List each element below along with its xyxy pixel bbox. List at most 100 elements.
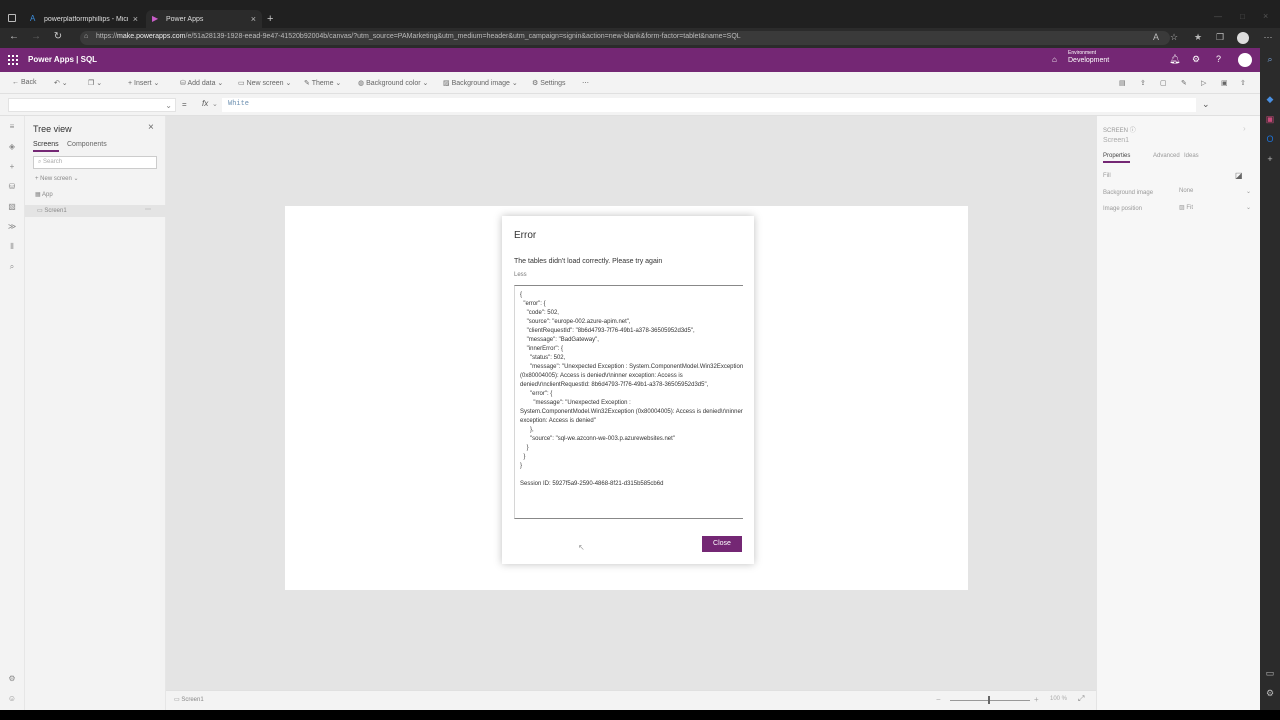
share-icon[interactable]: ⇪ [1140, 79, 1146, 87]
fx-icon[interactable]: fx [202, 99, 208, 108]
zoom-in-icon[interactable]: + [1034, 695, 1039, 704]
forward-nav-icon[interactable]: → [26, 31, 46, 42]
browser-sidebar: ⌕ ◆ ▣ O + ▭ ⚙ [1260, 48, 1280, 710]
undo-icon[interactable]: ↶ ⌄ [54, 79, 68, 87]
fit-to-window-icon[interactable]: ⤢ [1078, 694, 1084, 704]
media-icon[interactable]: ▧ [7, 202, 17, 212]
tab-screens[interactable]: Screens [33, 141, 59, 152]
read-aloud-icon[interactable]: A [1150, 32, 1162, 44]
expand-panel-icon[interactable]: › [1243, 124, 1246, 133]
zoom-level: 100 % [1050, 696, 1068, 702]
tab-components[interactable]: Components [67, 141, 107, 148]
briefcase-icon[interactable]: ▣ [1264, 114, 1276, 126]
environment-label: Environment [1068, 50, 1097, 56]
comments-icon[interactable]: ▢ [1160, 79, 1167, 87]
new-tab-icon[interactable]: + [267, 13, 273, 25]
settings-button[interactable]: ⚙ Settings [532, 79, 566, 87]
add-data-button[interactable]: ⛁ Add data ⌄ [180, 79, 223, 87]
background-color-button[interactable]: ◍ Background color ⌄ [358, 79, 428, 87]
tree-item-screen1[interactable]: ▭ Screen1 ⋯ [25, 205, 166, 217]
image-position-select[interactable]: ▨ Fit ⌄ [1179, 204, 1251, 214]
outlook-icon[interactable]: O [1264, 134, 1276, 146]
zoom-slider[interactable] [950, 700, 1030, 701]
close-button[interactable]: Close [702, 536, 742, 552]
settings-gear-icon[interactable]: ⚙ [1192, 54, 1200, 65]
tab-advanced[interactable]: Advanced [1153, 153, 1180, 159]
zoom-out-icon[interactable]: − [936, 695, 941, 704]
chevron-down-icon: ⌄ [165, 101, 172, 110]
more-options-icon[interactable]: ⋯ [145, 206, 151, 213]
minimize-icon[interactable]: — [1214, 12, 1222, 21]
data-icon[interactable]: ⛁ [7, 182, 17, 192]
insert-icon[interactable]: + [7, 162, 17, 172]
profile-avatar[interactable] [1237, 32, 1249, 44]
background-image-select[interactable]: None ⌄ [1179, 188, 1251, 198]
power-automate-icon[interactable]: ≫ [7, 222, 17, 232]
hamburger-icon[interactable]: ≡ [7, 122, 17, 132]
new-screen-button[interactable]: ▭ New screen ⌄ [238, 79, 291, 87]
favorites-icon[interactable]: ★ [1192, 32, 1204, 44]
publish-icon[interactable]: ⇧ [1240, 79, 1246, 87]
notes-icon[interactable]: ✎ [1181, 79, 1187, 87]
theme-button[interactable]: ✎ Theme ⌄ [304, 79, 341, 87]
close-tab-icon[interactable]: × [133, 14, 138, 24]
tag-icon[interactable]: ◆ [1264, 94, 1276, 106]
close-window-icon[interactable]: × [1263, 11, 1268, 21]
chevron-down-icon[interactable]: ⌄ [212, 100, 218, 108]
mouse-cursor: ↖ [578, 543, 585, 552]
tree-item-label: Screen1 [44, 208, 67, 214]
background-image-button[interactable]: ▨ Background image ⌄ [443, 79, 518, 87]
back-button[interactable]: ← Back [12, 79, 37, 86]
screen-breadcrumb[interactable]: ▭ Screen1 [174, 696, 204, 703]
save-icon[interactable]: ▣ [1221, 79, 1228, 87]
add-sidebar-icon[interactable]: + [1264, 154, 1276, 166]
more-commands-icon[interactable]: ⋯ [582, 79, 589, 87]
search-icon[interactable]: ⌕ [7, 262, 17, 272]
url-input[interactable]: ⌂ https://make.powerapps.com/e/51a28139-… [80, 31, 1170, 45]
zoom-slider-thumb[interactable] [988, 696, 990, 704]
browser-tab-powerapps[interactable]: ▶ Power Apps × [146, 10, 262, 28]
maximize-icon[interactable]: □ [1240, 12, 1245, 21]
insert-button[interactable]: + Insert ⌄ [128, 79, 159, 87]
play-icon[interactable]: ▷ [1201, 79, 1206, 87]
back-nav-icon[interactable]: ← [4, 31, 24, 42]
expand-formula-icon[interactable]: ⌄ [1202, 99, 1210, 110]
fill-color-swatch[interactable]: ◪ [1235, 171, 1243, 180]
collections-icon[interactable]: ❐ [1214, 32, 1226, 44]
less-link[interactable]: Less [514, 272, 527, 278]
tab-ideas[interactable]: Ideas [1184, 153, 1199, 159]
app-checker-icon[interactable]: ▤ [1119, 79, 1126, 87]
help-icon[interactable]: ? [1216, 54, 1221, 64]
tab-properties[interactable]: Properties [1103, 153, 1131, 163]
clipboard-icon[interactable]: ❐ ⌄ [88, 79, 102, 87]
environment-name: Development [1068, 57, 1110, 64]
address-bar-row: ← → ↻ ⌂ https://make.powerapps.com/e/51a… [0, 28, 1280, 48]
close-icon[interactable]: × [148, 122, 154, 133]
close-tab-icon[interactable]: × [251, 14, 256, 24]
formula-input[interactable]: White [222, 98, 1196, 112]
sidebar-panel-icon[interactable]: ▭ [1264, 668, 1276, 680]
app-icon: ▦ [35, 192, 43, 198]
notifications-icon[interactable]: 🔔︎ [1169, 54, 1180, 65]
error-dialog: Error The tables didn't load correctly. … [502, 216, 754, 564]
new-screen-button[interactable]: + New screen ⌄ [35, 175, 79, 182]
tab-actions-icon[interactable] [8, 14, 16, 22]
browser-tab-azure[interactable]: A powerplatformphillips - Microsoft... × [24, 10, 144, 28]
more-icon[interactable]: ⋯ [1262, 32, 1274, 44]
browser-tab-bar: A powerplatformphillips - Microsoft... ×… [0, 0, 1280, 28]
settings-icon[interactable]: ⚙ [7, 674, 17, 684]
tree-item-app[interactable]: ▦ App [35, 191, 53, 198]
variables-icon[interactable]: ⦀ [7, 242, 17, 252]
user-avatar[interactable] [1238, 53, 1252, 67]
refresh-icon[interactable]: ↻ [48, 31, 68, 42]
sidebar-settings-icon[interactable]: ⚙ [1264, 688, 1276, 700]
property-selector[interactable]: ⌄ [8, 98, 176, 112]
favorite-star-icon[interactable]: ☆ [1168, 32, 1180, 44]
virtual-agent-icon[interactable]: ☺ [7, 694, 17, 704]
app-launcher-icon[interactable] [8, 55, 18, 65]
tree-view-icon[interactable]: ◈ [7, 142, 17, 152]
search-input[interactable]: ⌕ Search [33, 156, 157, 169]
fill-label: Fill [1103, 173, 1111, 179]
search-icon[interactable]: ⌕ [1264, 54, 1276, 66]
error-details-box[interactable]: { "error": { "code": 502, "source": "eur… [514, 285, 743, 519]
